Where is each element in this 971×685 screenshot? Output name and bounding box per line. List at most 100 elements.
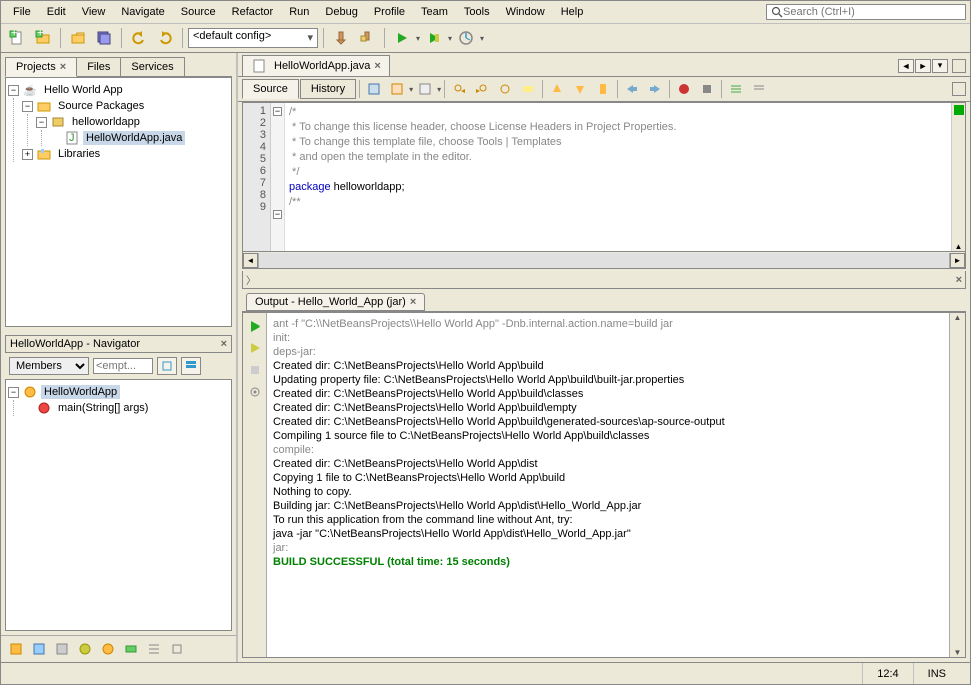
editor-btn-1[interactable] [363,79,385,99]
navigator-class[interactable]: HelloWorldApp [41,385,120,399]
prev-tab-button[interactable]: ◄ [898,59,914,73]
new-file-button[interactable]: + [5,26,29,50]
save-all-button[interactable] [92,26,116,50]
breadcrumb-chevron-icon[interactable]: 〉 [246,272,256,287]
open-project-button[interactable] [66,26,90,50]
build-button[interactable] [329,26,353,50]
clean-build-button[interactable] [355,26,379,50]
tab-projects[interactable]: Projects× [5,57,77,77]
menu-refactor[interactable]: Refactor [224,3,282,21]
scroll-left-button[interactable]: ◄ [243,253,258,268]
tree-toggle[interactable]: + [22,149,33,160]
editor-tab[interactable]: HelloWorldApp.java × [242,55,390,76]
nav-icon-5[interactable] [97,638,119,660]
search-input[interactable] [783,6,961,18]
menu-help[interactable]: Help [553,3,592,21]
navigator-filter-input[interactable] [93,358,153,374]
run-dropdown-icon[interactable]: ▾ [416,34,420,43]
output-v-scrollbar[interactable]: ▲ ▼ [949,313,965,657]
menu-tools[interactable]: Tools [456,3,498,21]
menu-source[interactable]: Source [173,3,224,21]
fold-column[interactable]: − − [271,103,285,251]
uncomment-button[interactable] [748,79,770,99]
output-tab[interactable]: Output - Hello_World_App (jar) × [246,293,425,311]
tree-toggle[interactable]: − [8,387,19,398]
scroll-up-button[interactable]: ▲ [954,313,962,322]
undo-button[interactable] [127,26,151,50]
editor-btn-3[interactable] [414,79,436,99]
nav-icon-6[interactable] [120,638,142,660]
menu-profile[interactable]: Profile [366,3,413,21]
tab-services[interactable]: Services [120,57,184,76]
new-project-button[interactable]: + [31,26,55,50]
debug-dropdown-icon[interactable]: ▾ [448,34,452,43]
tab-files[interactable]: Files [76,57,121,76]
navigator-settings-button[interactable] [157,357,177,375]
nav-icon-1[interactable] [5,638,27,660]
find-selection-button[interactable] [494,79,516,99]
run-button[interactable] [390,26,414,50]
rerun-button[interactable] [246,317,264,335]
close-icon[interactable]: × [956,274,962,286]
profile-dropdown-icon[interactable]: ▾ [480,34,484,43]
error-stripe[interactable]: ▲ [951,103,965,251]
config-select[interactable]: <default config> [188,28,318,48]
tree-toggle[interactable]: − [22,101,33,112]
nav-icon-2[interactable] [28,638,50,660]
menu-team[interactable]: Team [413,3,456,21]
next-tab-button[interactable]: ► [915,59,931,73]
stop-button[interactable] [246,361,264,379]
next-bookmark-button[interactable] [569,79,591,99]
profile-button[interactable] [454,26,478,50]
tree-source-packages[interactable]: Source Packages [55,99,147,113]
tree-package[interactable]: helloworldapp [69,115,143,129]
toggle-highlight-button[interactable] [517,79,539,99]
tree-project-root[interactable]: Hello World App [41,83,126,97]
navigator-view-button[interactable] [181,357,201,375]
menu-debug[interactable]: Debug [317,3,365,21]
find-prev-button[interactable] [448,79,470,99]
menu-run[interactable]: Run [281,3,317,21]
menu-file[interactable]: File [5,3,39,21]
menu-view[interactable]: View [74,3,114,21]
menu-edit[interactable]: Edit [39,3,74,21]
scroll-right-button[interactable]: ► [950,253,965,268]
editor-btn-2[interactable] [386,79,408,99]
fold-toggle[interactable]: − [273,210,282,219]
editor-expand-button[interactable] [952,82,966,96]
subtab-source[interactable]: Source [242,79,299,99]
fold-toggle[interactable]: − [273,107,282,116]
prev-bookmark-button[interactable] [546,79,568,99]
projects-tree[interactable]: −☕Hello World App −Source Packages −hell… [5,77,232,327]
tree-java-file[interactable]: HelloWorldApp.java [83,131,185,145]
navigator-tree[interactable]: − HelloWorldApp main(String[] args) [5,379,232,631]
rerun-debug-button[interactable] [246,339,264,357]
nav-icon-3[interactable] [51,638,73,660]
subtab-history[interactable]: History [300,79,356,99]
shift-right-button[interactable] [644,79,666,99]
tree-toggle[interactable]: − [8,85,19,96]
close-icon[interactable]: × [374,60,380,72]
editor-breadcrumb[interactable]: 〉 × [242,271,966,289]
quick-search[interactable] [766,4,966,20]
redo-button[interactable] [153,26,177,50]
debug-button[interactable] [422,26,446,50]
comment-button[interactable] [725,79,747,99]
close-icon[interactable]: × [410,296,416,308]
output-text[interactable]: ant -f "C:\\NetBeansProjects\\Hello Worl… [267,313,949,657]
close-icon[interactable]: × [60,61,66,73]
find-next-button[interactable] [471,79,493,99]
start-macro-button[interactable] [673,79,695,99]
tree-toggle[interactable]: − [36,117,47,128]
maximize-button[interactable] [952,59,966,73]
code-area[interactable]: /* * To change this license header, choo… [285,103,951,251]
nav-icon-8[interactable] [166,638,188,660]
tab-list-button[interactable]: ▾ [932,59,948,73]
shift-left-button[interactable] [621,79,643,99]
menu-window[interactable]: Window [498,3,553,21]
output-settings-button[interactable] [246,383,264,401]
navigator-method[interactable]: main(String[] args) [55,401,151,415]
editor-h-scrollbar[interactable]: ◄ ► [242,252,966,269]
tree-libraries[interactable]: Libraries [55,147,103,161]
stop-macro-button[interactable] [696,79,718,99]
